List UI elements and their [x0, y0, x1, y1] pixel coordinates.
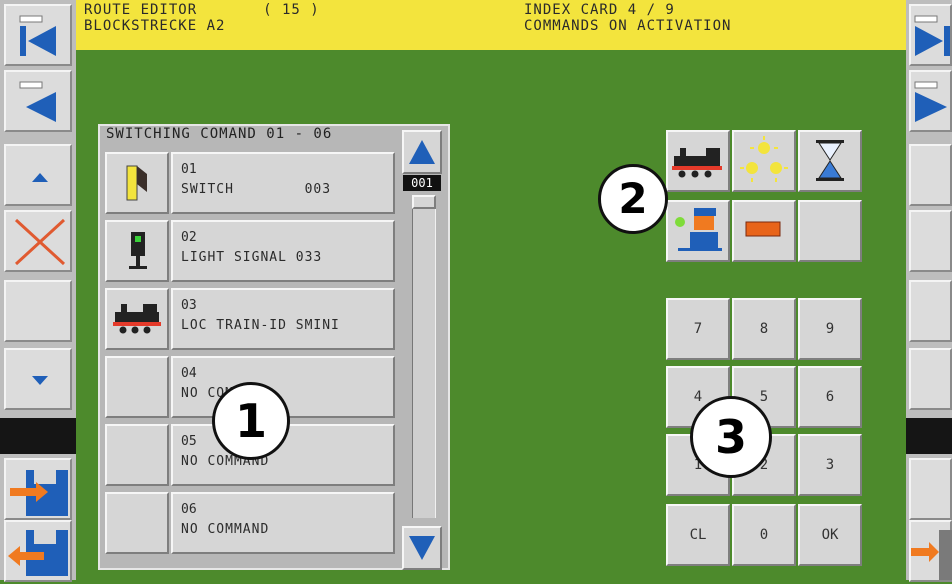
scroll-up-icon [32, 173, 48, 182]
operator-command-button[interactable] [666, 200, 730, 262]
command-body[interactable]: 06 NO COMMAND [171, 492, 395, 554]
empty-right-button-2[interactable] [909, 210, 952, 272]
empty-right-button-4[interactable] [909, 348, 952, 410]
callout-badge-2: 2 [598, 164, 668, 234]
key-0[interactable]: 0 [732, 504, 796, 566]
editor-title: ROUTE EDITOR ( 15 ) [84, 2, 320, 18]
locomotive-icon [672, 148, 722, 178]
save-icon [10, 470, 68, 516]
command-text: LOC TRAIN-ID SMINI [181, 318, 340, 333]
scroll-position-counter: 001 [403, 175, 441, 191]
load-icon [8, 530, 68, 576]
first-page-button[interactable] [4, 4, 72, 66]
previous-page-icon [19, 81, 56, 122]
command-body[interactable]: 02 LIGHT SIGNAL 033 [171, 220, 395, 282]
key-ok[interactable]: OK [798, 504, 862, 566]
previous-page-button[interactable] [4, 70, 72, 132]
command-icon-button[interactable] [105, 288, 169, 350]
list-scrollbar[interactable] [412, 206, 436, 518]
command-icon-button[interactable] [105, 152, 169, 214]
command-row-03[interactable]: 03 LOC TRAIN-ID SMINI [105, 288, 395, 350]
callout-badge-3: 3 [690, 396, 772, 478]
first-page-icon [19, 15, 56, 56]
card-title: COMMANDS ON ACTIVATION [524, 18, 732, 34]
command-row-01[interactable]: 01 SWITCH 003 [105, 152, 395, 214]
command-number: 02 [181, 230, 197, 245]
index-card-label: INDEX CARD 4 / 9 [524, 2, 675, 18]
left-toolbar [0, 0, 76, 582]
command-icon-button[interactable] [105, 424, 169, 486]
hourglass-icon [816, 140, 844, 181]
last-page-icon [914, 15, 950, 56]
left-separator [0, 418, 76, 454]
empty-left-button[interactable] [4, 280, 72, 342]
load-button[interactable] [4, 520, 72, 582]
command-icon-button[interactable] [105, 356, 169, 418]
scroll-down-icon [32, 376, 48, 385]
light-function-button[interactable] [732, 130, 796, 192]
empty-right-button-3[interactable] [909, 280, 952, 342]
command-number: 06 [181, 502, 197, 517]
command-number: 01 [181, 162, 197, 177]
route-name: BLOCKSTRECKE A2 [84, 18, 226, 34]
light-signal-icon [129, 232, 147, 269]
delete-icon [14, 218, 66, 266]
command-number: 03 [181, 298, 197, 313]
locomotive-command-button[interactable] [666, 130, 730, 192]
stop-command-button[interactable] [732, 200, 796, 262]
command-body[interactable]: 01 SWITCH 003 [171, 152, 395, 214]
right-separator [906, 418, 952, 454]
exit-icon [911, 530, 952, 580]
command-text: NO COMMAND [181, 522, 270, 537]
next-page-icon [914, 81, 947, 122]
right-toolbar [906, 0, 952, 582]
operator-icon [675, 208, 722, 251]
arrow-up-icon [409, 140, 435, 164]
turnout-icon [126, 165, 147, 201]
empty-command-button[interactable] [798, 200, 862, 262]
command-number: 05 [181, 434, 197, 449]
key-9[interactable]: 9 [798, 298, 862, 360]
wait-time-button[interactable] [798, 130, 862, 192]
command-number: 04 [181, 366, 197, 381]
key-clear[interactable]: CL [666, 504, 730, 566]
command-row-06[interactable]: 06 NO COMMAND [105, 492, 395, 554]
empty-right-button-1[interactable] [909, 144, 952, 206]
key-7[interactable]: 7 [666, 298, 730, 360]
command-text: LIGHT SIGNAL 033 [181, 250, 323, 265]
exit-button[interactable] [909, 520, 952, 582]
list-scroll-up-button[interactable] [402, 130, 442, 174]
stop-icon [745, 221, 781, 237]
key-6[interactable]: 6 [798, 366, 862, 428]
key-8[interactable]: 8 [732, 298, 796, 360]
command-body[interactable]: 03 LOC TRAIN-ID SMINI [171, 288, 395, 350]
list-scroll-down-button[interactable] [402, 526, 442, 570]
light-function-icon [740, 136, 788, 182]
scroll-thumb[interactable] [412, 195, 436, 209]
command-icon-button[interactable] [105, 220, 169, 282]
callout-badge-1: 1 [212, 382, 290, 460]
locomotive-icon [113, 304, 161, 334]
panel-title: SWITCHING COMAND 01 - 06 [106, 126, 333, 142]
arrow-down-icon [409, 536, 435, 560]
scroll-up-button[interactable] [4, 144, 72, 206]
scroll-down-button[interactable] [4, 348, 72, 410]
empty-right-button-5[interactable] [909, 458, 952, 520]
next-page-button[interactable] [909, 70, 952, 132]
delete-button[interactable] [4, 210, 72, 272]
save-button[interactable] [4, 458, 72, 520]
command-text: SWITCH 003 [181, 182, 332, 197]
key-3[interactable]: 3 [798, 434, 862, 496]
command-icon-button[interactable] [105, 492, 169, 554]
header-bar: ROUTE EDITOR ( 15 ) BLOCKSTRECKE A2 INDE… [76, 0, 906, 50]
command-row-02[interactable]: 02 LIGHT SIGNAL 033 [105, 220, 395, 282]
last-page-button[interactable] [909, 4, 952, 66]
